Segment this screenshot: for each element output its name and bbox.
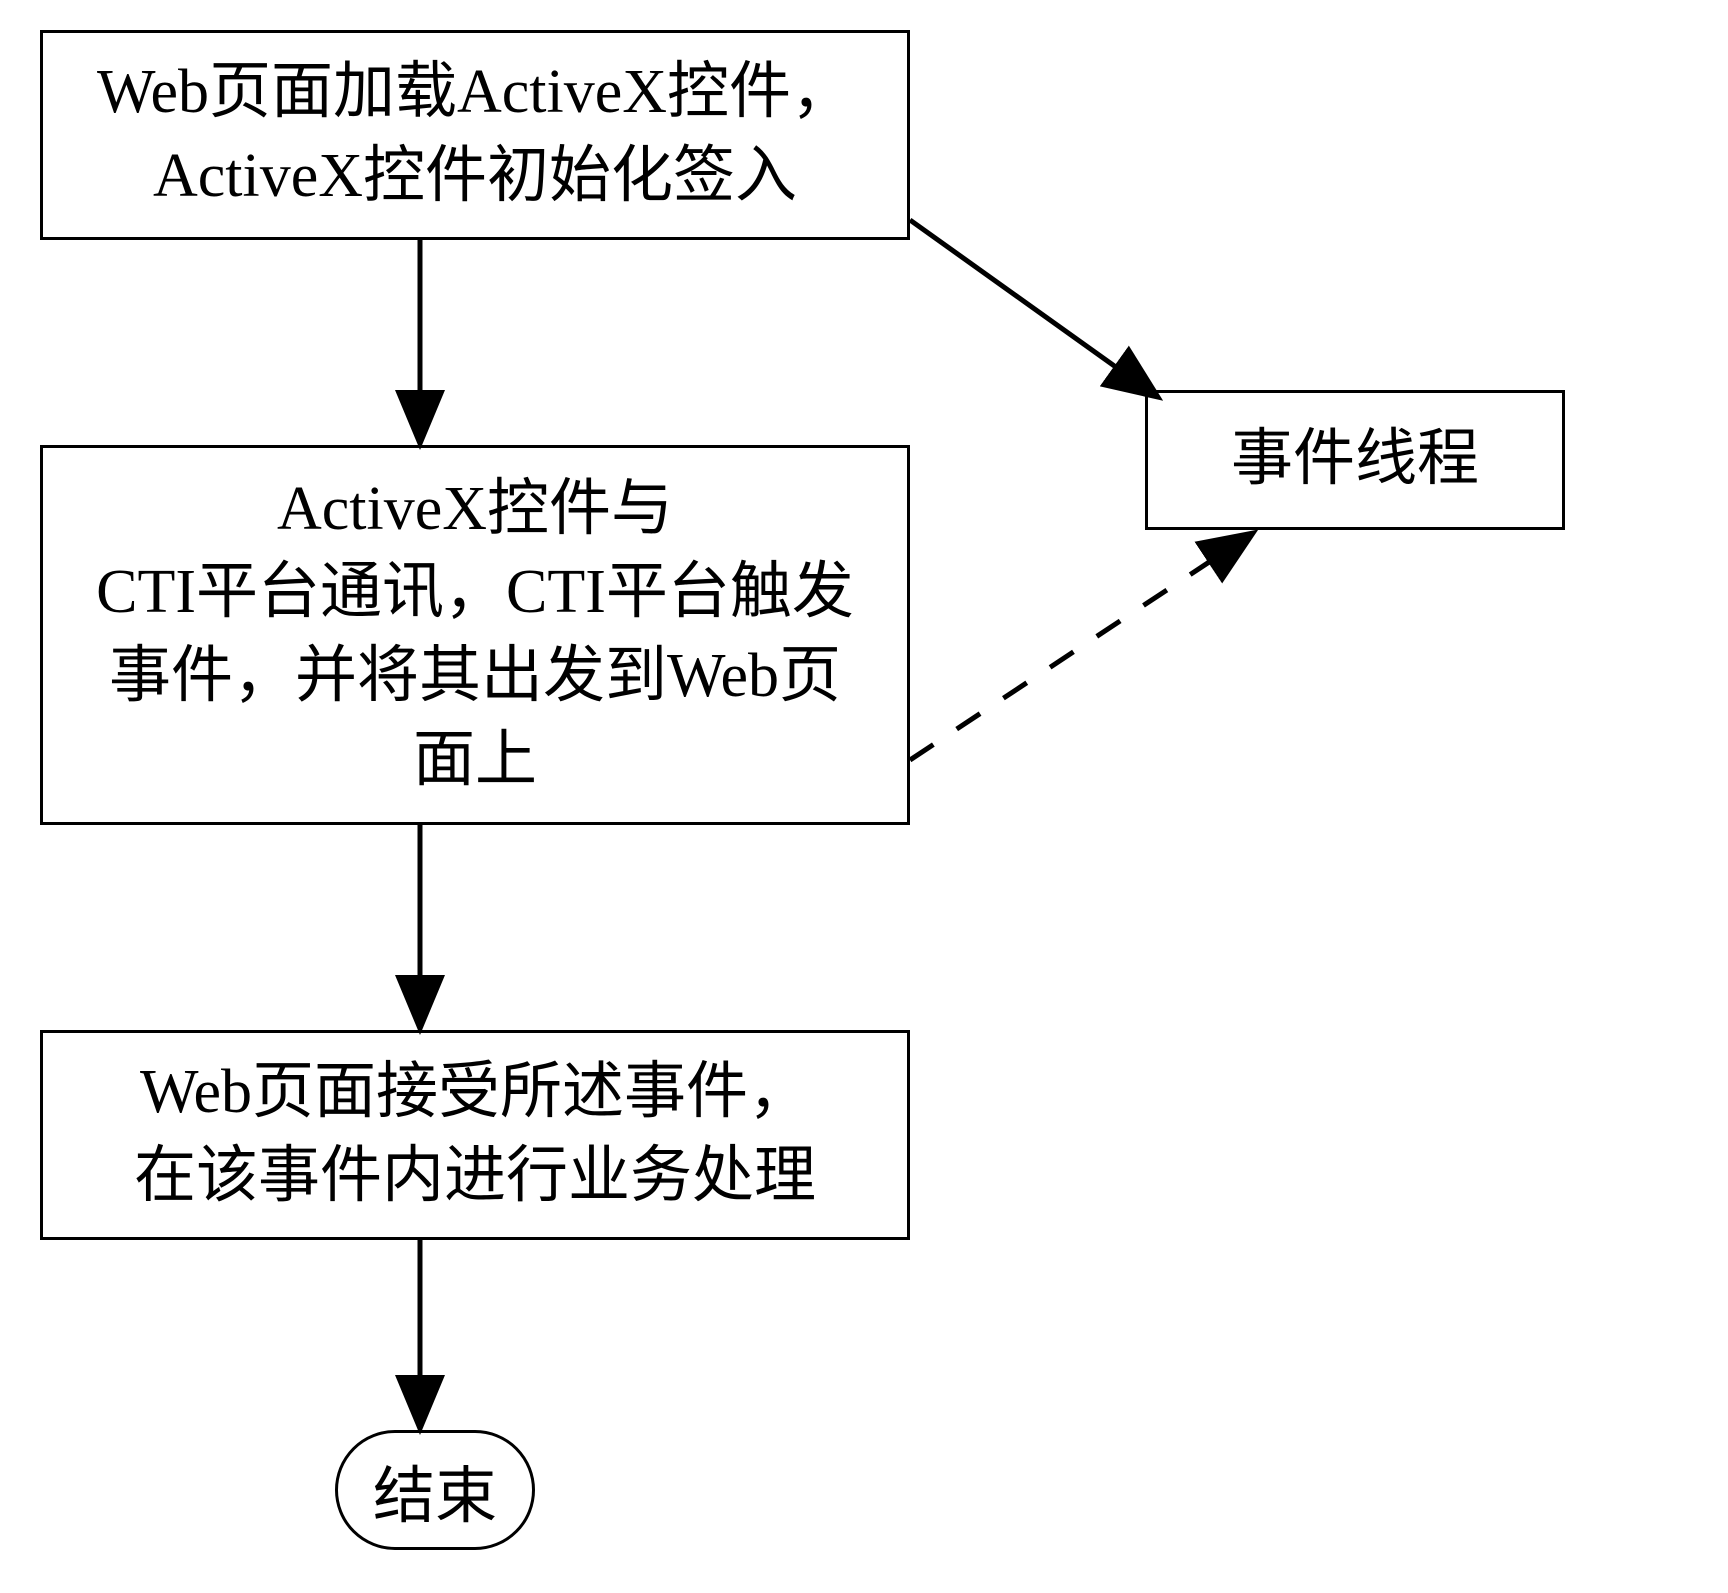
box3-line2: 在该事件内进行业务处理 [134, 1142, 816, 1210]
box1-line2: ActiveX控件初始化签入 [153, 142, 797, 210]
box1-line1: Web页面加载ActiveX控件， [97, 58, 853, 126]
end-text: 结束 [373, 1445, 497, 1535]
flowchart-end: 结束 [335, 1430, 535, 1550]
flowchart-step-1: Web页面加载ActiveX控件， ActiveX控件初始化签入 [40, 30, 910, 240]
flowchart-side-thread: 事件线程 [1145, 390, 1565, 530]
box2-line4: 面上 [413, 726, 537, 794]
flowchart-step-3: Web页面接受所述事件， 在该事件内进行业务处理 [40, 1030, 910, 1240]
box3-line1: Web页面接受所述事件， [140, 1058, 810, 1126]
flowchart-step-2: ActiveX控件与 CTI平台通讯，CTI平台触发 事件，并将其出发到Web页… [40, 445, 910, 825]
box2-line2: CTI平台通讯，CTI平台触发 [96, 558, 854, 626]
box2-line1: ActiveX控件与 [277, 475, 673, 543]
side-box-text: 事件线程 [1231, 418, 1479, 502]
box2-line3: 事件，并将其出发到Web页 [109, 642, 841, 710]
